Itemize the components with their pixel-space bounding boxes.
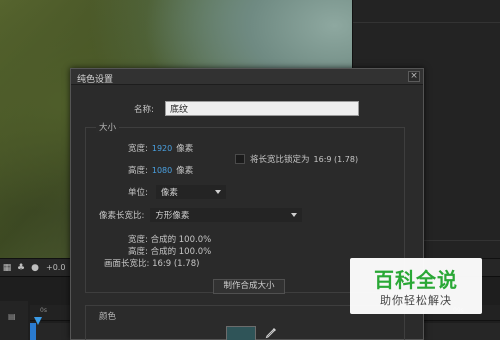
pixel-aspect-row: 像素长宽比: 方形像素 bbox=[99, 208, 303, 222]
watermark-logo: 百科全说 助你轻松解决 bbox=[350, 258, 482, 314]
layer-bar[interactable] bbox=[30, 323, 36, 340]
pixel-aspect-dropdown[interactable]: 方形像素 bbox=[150, 208, 303, 222]
name-input[interactable] bbox=[165, 101, 359, 116]
height-label: 高度: bbox=[128, 166, 148, 176]
width-info: 宽度: 合成的 100.0% bbox=[128, 235, 212, 245]
units-label: 单位: bbox=[128, 188, 148, 198]
eyedropper-icon[interactable] bbox=[265, 327, 277, 339]
color-section-title: 颜色 bbox=[96, 310, 120, 322]
dialog-title: 纯色设置 bbox=[77, 75, 114, 85]
width-label: 宽度: bbox=[128, 144, 148, 154]
grid-icon[interactable]: ▦ bbox=[2, 263, 12, 273]
size-section-title: 大小 bbox=[96, 121, 120, 133]
height-unit: 像素 bbox=[176, 166, 194, 176]
units-dropdown[interactable]: 像素 bbox=[155, 185, 226, 199]
height-value[interactable]: 1080 bbox=[152, 166, 172, 175]
height-info: 高度: 合成的 100.0% bbox=[128, 247, 212, 257]
color-wheel-icon[interactable]: ● bbox=[30, 263, 40, 273]
chevron-down-icon bbox=[214, 190, 221, 194]
lock-ratio-row: 将长宽比锁定为 16:9 (1.78) bbox=[235, 153, 358, 165]
units-value: 像素 bbox=[160, 188, 178, 198]
time-start-label: 0s bbox=[40, 307, 47, 314]
lock-ratio-checkbox[interactable] bbox=[235, 154, 245, 164]
chevron-down-icon bbox=[291, 213, 298, 217]
width-row: 宽度: 1920 像素 bbox=[128, 142, 194, 155]
units-row: 单位: 像素 bbox=[128, 185, 226, 199]
height-row: 高度: 1080 像素 bbox=[128, 164, 194, 177]
composition-icon[interactable]: ▤ bbox=[8, 312, 20, 321]
color-swatch[interactable] bbox=[226, 326, 256, 340]
lock-ratio-value: 16:9 (1.78) bbox=[313, 154, 359, 164]
close-button[interactable]: × bbox=[408, 71, 420, 82]
channel-icon[interactable]: ♣ bbox=[16, 263, 26, 273]
dialog-titlebar[interactable]: 纯色设置 × bbox=[71, 69, 423, 85]
watermark-main: 百科全说 bbox=[374, 268, 458, 292]
frame-aspect-info: 画面长宽比: 16:9 (1.78) bbox=[104, 259, 200, 269]
watermark-sub: 助你轻松解决 bbox=[380, 294, 452, 307]
width-unit: 像素 bbox=[176, 144, 194, 154]
pixel-aspect-label: 像素长宽比: bbox=[99, 211, 145, 221]
lock-ratio-label: 将长宽比锁定为 bbox=[250, 155, 310, 165]
pixel-aspect-value: 方形像素 bbox=[155, 211, 190, 221]
make-comp-size-button[interactable]: 制作合成大小 bbox=[213, 279, 285, 294]
exposure-value[interactable]: +0.0 bbox=[46, 263, 65, 272]
name-label: 名称: bbox=[134, 105, 154, 115]
width-value[interactable]: 1920 bbox=[152, 144, 172, 153]
